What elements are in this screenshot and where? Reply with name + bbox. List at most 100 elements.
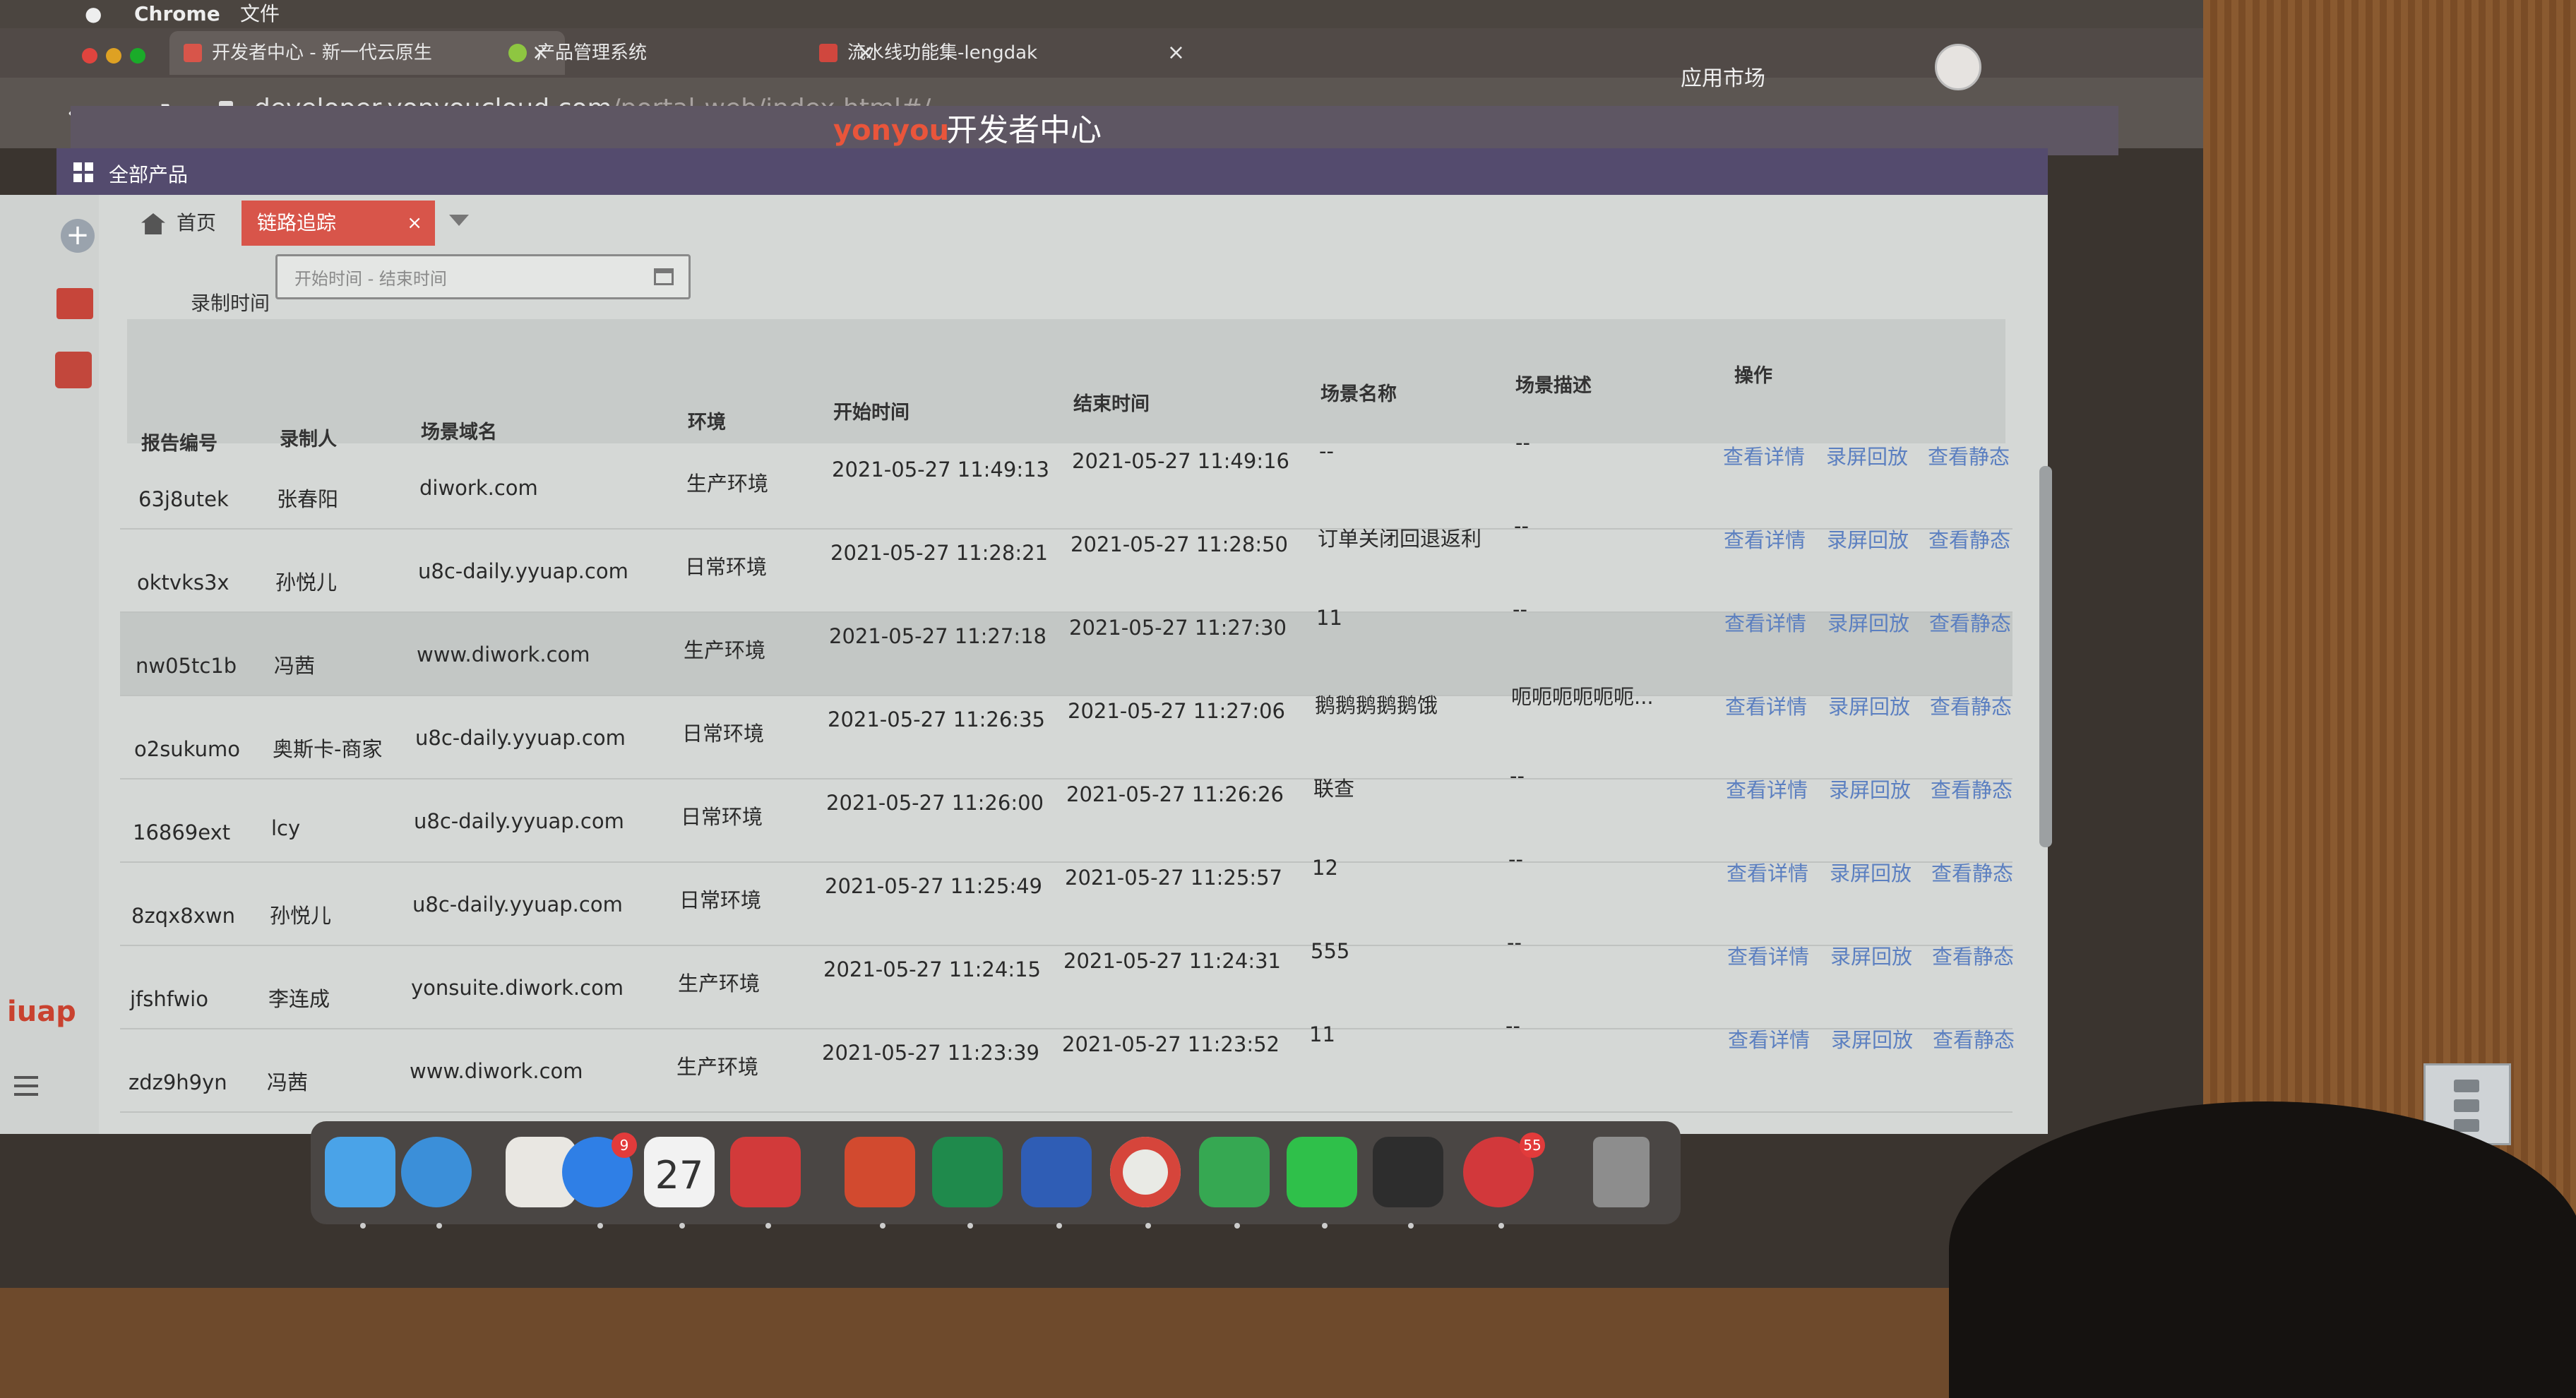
tab-close-icon[interactable]: × xyxy=(1167,31,1185,75)
cell-domain: u8c-daily.yyuap.com xyxy=(415,726,626,750)
iuap-logo: iuap xyxy=(7,996,76,1028)
cell-id: 63j8utek xyxy=(138,487,229,511)
wechat-icon[interactable] xyxy=(1287,1137,1357,1207)
column-header-scene: 场景名称 xyxy=(1320,383,1397,405)
cell-scene: 555 xyxy=(1311,939,1350,963)
cell-id: jfshfwio xyxy=(130,987,208,1011)
cell-end: 2021-05-27 11:23:52 xyxy=(1062,1032,1280,1056)
view-static-link[interactable]: 查看静态 xyxy=(1929,607,2011,637)
cell-desc: 呃呃呃呃呃呃... xyxy=(1511,685,1654,709)
view-detail-link[interactable]: 查看详情 xyxy=(1728,1024,1810,1053)
chevron-down-icon[interactable] xyxy=(449,215,469,226)
finder-icon[interactable] xyxy=(325,1137,395,1207)
dock-running-indicator xyxy=(1498,1223,1504,1229)
tab-trace[interactable]: 链路追踪 × xyxy=(242,201,435,246)
replay-link[interactable]: 录屏回放 xyxy=(1830,857,1912,887)
cell-env: 日常环境 xyxy=(685,555,768,579)
cell-start: 2021-05-27 11:25:49 xyxy=(825,874,1042,898)
cell-desc: -- xyxy=(1510,764,1525,788)
app-badge-icon[interactable] xyxy=(55,352,92,388)
cell-end: 2021-05-27 11:26:26 xyxy=(1066,782,1284,806)
cell-domain: u8c-daily.yyuap.com xyxy=(418,559,628,583)
excel-icon[interactable] xyxy=(932,1137,1003,1207)
window-close-icon[interactable] xyxy=(82,48,97,64)
cell-scene: 11 xyxy=(1316,606,1342,630)
tab-close-icon[interactable]: × xyxy=(407,201,422,246)
dock-running-indicator xyxy=(360,1223,366,1229)
view-detail-link[interactable]: 查看详情 xyxy=(1726,774,1808,803)
view-detail-link[interactable]: 查看详情 xyxy=(1724,607,1806,637)
cell-recorder: 张春阳 xyxy=(277,487,339,511)
column-header-domain: 场景域名 xyxy=(421,422,497,443)
cell-id: zdz9h9yn xyxy=(129,1070,227,1094)
record-time-range-input[interactable]: 开始时间 - 结束时间 xyxy=(275,254,691,299)
cell-scene: 联查 xyxy=(1313,777,1355,801)
view-static-link[interactable]: 查看静态 xyxy=(1928,524,2010,554)
add-icon[interactable]: + xyxy=(61,219,95,253)
cell-start: 2021-05-27 11:23:39 xyxy=(822,1041,1039,1065)
cell-start: 2021-05-27 11:27:18 xyxy=(829,624,1046,648)
cell-recorder: lcy xyxy=(271,816,301,840)
record-time-label: 录制时间 xyxy=(191,292,270,315)
view-static-link[interactable]: 查看静态 xyxy=(1931,774,2012,803)
powerpoint-icon[interactable] xyxy=(845,1137,915,1207)
cell-recorder: 孙悦儿 xyxy=(270,904,332,928)
replay-link[interactable]: 录屏回放 xyxy=(1826,441,1908,470)
cell-start: 2021-05-27 11:49:13 xyxy=(832,458,1049,482)
evernote-icon[interactable] xyxy=(1199,1137,1270,1207)
window-minimize-icon[interactable] xyxy=(106,48,121,64)
cell-end: 2021-05-27 11:27:06 xyxy=(1068,699,1285,723)
cell-id: nw05tc1b xyxy=(136,654,237,678)
menubar-app-name[interactable]: Chrome xyxy=(134,0,220,28)
scrollbar[interactable] xyxy=(2039,466,2052,847)
cell-domain: www.diwork.com xyxy=(410,1059,583,1083)
all-products-label: 全部产品 xyxy=(109,163,189,186)
cell-env: 生产环境 xyxy=(684,638,766,662)
replay-link[interactable]: 录屏回放 xyxy=(1831,1024,1913,1053)
cell-domain: www.diwork.com xyxy=(417,643,590,667)
view-detail-link[interactable]: 查看详情 xyxy=(1724,524,1806,554)
app-market-link[interactable]: 应用市场 xyxy=(1681,61,1765,92)
replay-link[interactable]: 录屏回放 xyxy=(1827,607,1909,637)
view-static-link[interactable]: 查看静态 xyxy=(1930,691,2012,720)
safari-icon[interactable] xyxy=(401,1137,472,1207)
cell-scene: 12 xyxy=(1312,856,1338,880)
cell-env: 生产环境 xyxy=(676,1055,759,1079)
replay-link[interactable]: 录屏回放 xyxy=(1827,524,1909,554)
word-icon[interactable] xyxy=(1021,1137,1092,1207)
cell-scene: -- xyxy=(1319,439,1334,463)
view-detail-link[interactable]: 查看详情 xyxy=(1727,857,1808,887)
menu-icon[interactable] xyxy=(14,1076,38,1096)
tab-trace-label: 链路追踪 xyxy=(257,211,337,234)
cell-recorder: 冯茜 xyxy=(274,654,316,678)
cell-recorder: 李连成 xyxy=(268,987,330,1011)
trash-icon[interactable] xyxy=(1593,1137,1650,1207)
view-static-link[interactable]: 查看静态 xyxy=(1933,1024,2015,1053)
menubar-file[interactable]: 文件 xyxy=(240,0,280,28)
apple-icon[interactable]: ● xyxy=(85,0,102,28)
tab-home[interactable]: 首页 xyxy=(127,201,240,246)
favorites-folder-icon[interactable] xyxy=(56,288,93,319)
view-detail-link[interactable]: 查看详情 xyxy=(1725,691,1807,720)
replay-link[interactable]: 录屏回放 xyxy=(1829,774,1911,803)
cell-recorder: 奥斯卡-商家 xyxy=(273,737,383,761)
view-static-link[interactable]: 查看静态 xyxy=(1932,940,2014,970)
view-static-link[interactable]: 查看静态 xyxy=(1931,857,2013,887)
avatar[interactable] xyxy=(1935,44,1981,90)
window-zoom-icon[interactable] xyxy=(130,48,145,64)
view-static-link[interactable]: 查看静态 xyxy=(1928,441,2010,470)
calendar-icon[interactable] xyxy=(654,268,674,285)
browser-tab-pipeline[interactable]: 流水线功能集-lengdak × xyxy=(805,31,1200,75)
replay-link[interactable]: 录屏回放 xyxy=(1828,691,1910,720)
cell-desc: -- xyxy=(1507,931,1522,955)
view-detail-link[interactable]: 查看详情 xyxy=(1727,940,1809,970)
calendar-app-icon[interactable]: 27 xyxy=(644,1137,715,1207)
replay-link[interactable]: 录屏回放 xyxy=(1830,940,1912,970)
chrome-icon[interactable] xyxy=(1110,1137,1181,1207)
yonyou-app-icon[interactable] xyxy=(730,1137,801,1207)
all-products-bar[interactable]: 全部产品 xyxy=(56,148,2048,195)
view-detail-link[interactable]: 查看详情 xyxy=(1723,441,1805,470)
qq-icon[interactable] xyxy=(1373,1137,1443,1207)
cell-env: 日常环境 xyxy=(681,805,763,829)
left-rail xyxy=(0,195,99,1134)
